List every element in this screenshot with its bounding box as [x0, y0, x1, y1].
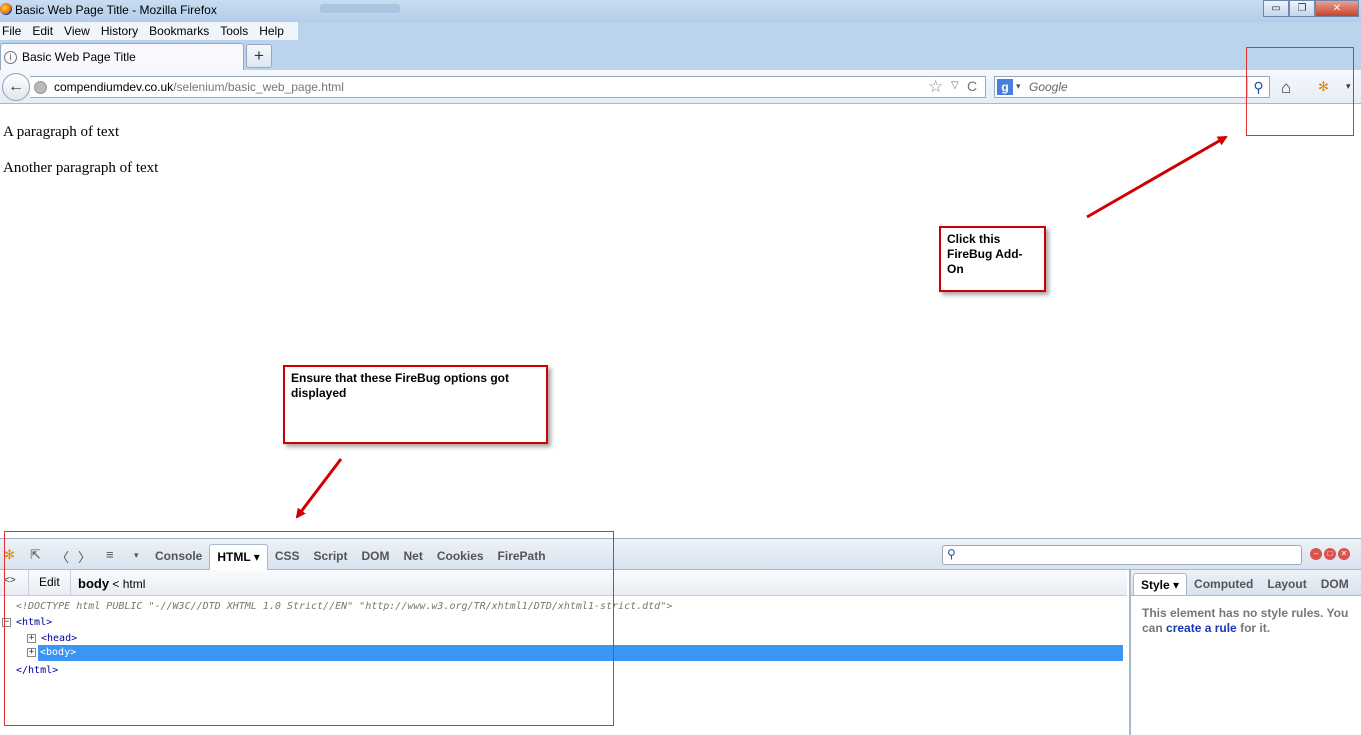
window-title: Basic Web Page Title - Mozilla Firefox: [15, 3, 217, 17]
callout-click-firebug: Click this FireBug Add-On: [939, 226, 1046, 292]
firebug-minimize-button[interactable]: –: [1310, 548, 1322, 560]
firebug-search-input[interactable]: ⚲: [942, 545, 1302, 565]
tab-computed[interactable]: Computed: [1187, 573, 1260, 595]
firebug-panel-highlight: [4, 531, 614, 726]
tab-layout[interactable]: Layout: [1260, 573, 1313, 595]
restore-button[interactable]: ❐: [1289, 0, 1315, 17]
minimize-button[interactable]: ▭: [1263, 0, 1289, 17]
firefox-logo-icon: [0, 3, 12, 15]
reload-icon[interactable]: C: [967, 78, 977, 94]
menu-edit[interactable]: Edit: [31, 22, 53, 40]
search-engine-dropdown-icon[interactable]: ▾: [1016, 81, 1021, 92]
menu-tools[interactable]: Tools: [219, 22, 248, 40]
search-input[interactable]: Google: [1029, 80, 1068, 94]
firebug-detach-button[interactable]: □: [1324, 548, 1336, 560]
menu-bookmarks[interactable]: Bookmarks: [148, 22, 209, 40]
menu-bar: File Edit View History Bookmarks Tools H…: [0, 22, 298, 40]
create-rule-link[interactable]: create a rule: [1166, 621, 1237, 635]
arrow-to-firebug-panel: [295, 458, 343, 519]
callout-firebug-options: Ensure that these FireBug options got di…: [283, 365, 548, 444]
url-text[interactable]: compendiumdev.co.uk/selenium/basic_web_p…: [54, 80, 344, 94]
menu-file[interactable]: File: [1, 22, 21, 40]
globe-icon: [34, 81, 47, 94]
tab-side-dom[interactable]: DOM: [1314, 573, 1356, 595]
navigation-bar: compendiumdev.co.uk/selenium/basic_web_p…: [0, 70, 1361, 104]
url-host: compendiumdev.co.uk: [54, 80, 174, 94]
window-controls: ▭ ❐ ✕: [1263, 0, 1359, 18]
arrow-to-firebug-button: [1086, 135, 1228, 219]
menu-history[interactable]: History: [100, 22, 138, 40]
back-button[interactable]: ←: [2, 73, 30, 101]
menu-view[interactable]: View: [63, 22, 90, 40]
google-icon[interactable]: g: [997, 79, 1013, 95]
paragraph-1: A paragraph of text: [3, 124, 120, 140]
tab-strip: i Basic Web Page Title +: [0, 40, 1361, 70]
close-button[interactable]: ✕: [1315, 0, 1359, 17]
new-tab-button[interactable]: +: [246, 44, 272, 68]
firebug-close-button[interactable]: ✕: [1338, 548, 1350, 560]
search-icon: ⚲: [947, 547, 956, 561]
page-info-icon: i: [4, 50, 17, 64]
tab-basic-web-page[interactable]: i Basic Web Page Title: [0, 43, 244, 70]
title-bar: Basic Web Page Title - Mozilla Firefox ▭…: [0, 0, 1361, 22]
tab-style[interactable]: Style ▾: [1133, 573, 1188, 595]
url-bar[interactable]: compendiumdev.co.uk/selenium/basic_web_p…: [30, 76, 986, 98]
menu-help[interactable]: Help: [258, 22, 284, 40]
url-path: /selenium/basic_web_page.html: [173, 80, 344, 94]
title-bar-blurred-area: [320, 4, 400, 13]
firebug-window-controls: – □ ✕: [1310, 548, 1350, 560]
tab-title: Basic Web Page Title: [22, 50, 136, 64]
paragraph-2: Another paragraph of text: [3, 160, 159, 176]
url-history-dropdown-icon[interactable]: ▽: [951, 80, 959, 91]
side-panel: Style ▾ Computed Layout DOM This element…: [1129, 570, 1361, 735]
message-text-end: for it.: [1236, 621, 1271, 635]
firebug-button-highlight: [1246, 47, 1354, 136]
bookmark-star-icon[interactable]: ☆: [928, 77, 943, 97]
search-bar[interactable]: g ▾ Google ⚲: [994, 76, 1270, 98]
no-style-rules-message: This element has no style rules. You can…: [1131, 596, 1361, 646]
side-panel-tabs: Style ▾ Computed Layout DOM: [1131, 570, 1361, 596]
